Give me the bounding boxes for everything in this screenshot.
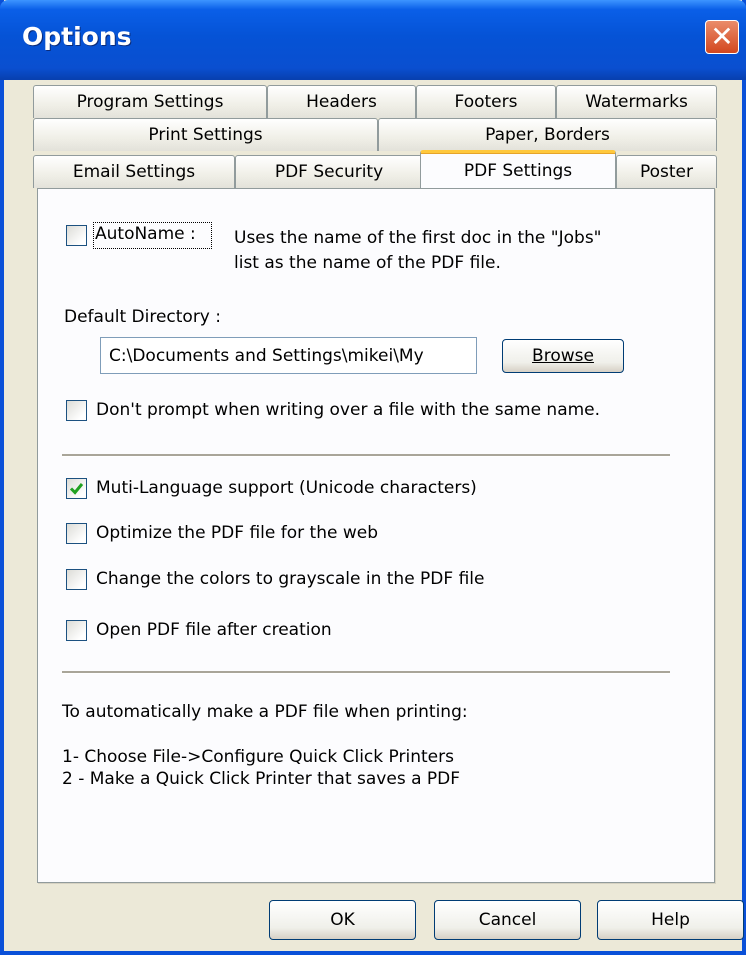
tab-footers[interactable]: Footers (416, 85, 556, 118)
default-directory-input[interactable] (100, 337, 477, 374)
tab-label: Headers (306, 92, 377, 112)
autoname-checkbox[interactable] (66, 225, 87, 246)
tab-pdf-settings[interactable]: PDF Settings (420, 150, 616, 188)
tab-program-settings[interactable]: Program Settings (33, 85, 267, 118)
info-heading: To automatically make a PDF file when pr… (62, 702, 468, 722)
browse-button[interactable]: Browse (502, 339, 624, 373)
title-bar[interactable]: Options ✕ (0, 0, 746, 80)
help-label: Help (651, 910, 690, 930)
tab-label: PDF Security (274, 162, 384, 182)
help-button[interactable]: Help (597, 900, 744, 940)
cancel-label: Cancel (478, 910, 537, 930)
autoname-label[interactable]: AutoName : (95, 224, 196, 244)
tab-label: Email Settings (72, 162, 196, 182)
tab-label: Paper, Borders (485, 125, 610, 145)
options-dialog: Options ✕ Program Settings Headers Foote… (0, 0, 746, 955)
optimize-web-label[interactable]: Optimize the PDF file for the web (96, 523, 378, 543)
optimize-web-checkbox[interactable] (66, 523, 87, 544)
autoname-description-line2: list as the name of the PDF file. (234, 253, 501, 273)
tab-watermarks[interactable]: Watermarks (556, 85, 717, 118)
tab-label: Watermarks (585, 92, 688, 112)
tab-headers[interactable]: Headers (267, 85, 416, 118)
grayscale-checkbox[interactable] (66, 569, 87, 590)
ok-button[interactable]: OK (269, 900, 416, 940)
tab-email-settings[interactable]: Email Settings (33, 155, 235, 188)
close-icon: ✕ (710, 20, 734, 53)
default-directory-label: Default Directory : (64, 307, 222, 327)
pdf-settings-panel: AutoName : Uses the name of the first do… (37, 188, 715, 883)
tab-paper-borders[interactable]: Paper, Borders (378, 118, 717, 151)
tab-label: PDF Settings (463, 160, 573, 181)
ok-label: OK (330, 910, 355, 930)
dont-prompt-label[interactable]: Don't prompt when writing over a file wi… (96, 400, 600, 420)
info-step-1: 1- Choose File->Configure Quick Click Pr… (62, 747, 454, 767)
grayscale-label[interactable]: Change the colors to grayscale in the PD… (96, 569, 484, 589)
cancel-button[interactable]: Cancel (434, 900, 581, 940)
close-button[interactable]: ✕ (705, 20, 739, 54)
tab-pdf-security[interactable]: PDF Security (235, 155, 423, 188)
window-title: Options (22, 22, 132, 51)
tab-poster[interactable]: Poster (616, 155, 717, 188)
tab-label: Poster (639, 162, 694, 182)
tab-label: Footers (454, 92, 518, 112)
separator (62, 454, 670, 457)
tab-label: Program Settings (76, 92, 224, 112)
multi-language-label[interactable]: Muti-Language support (Unicode character… (96, 478, 477, 498)
dont-prompt-checkbox[interactable] (66, 400, 87, 421)
tab-label: Print Settings (148, 125, 263, 145)
separator (62, 671, 670, 674)
open-after-checkbox[interactable] (66, 620, 87, 641)
checkmark-icon (69, 483, 84, 495)
tab-print-settings[interactable]: Print Settings (33, 118, 378, 151)
autoname-description-line1: Uses the name of the first doc in the "J… (234, 228, 602, 248)
browse-label: Browse (532, 346, 594, 366)
open-after-label[interactable]: Open PDF file after creation (96, 620, 332, 640)
info-step-2: 2 - Make a Quick Click Printer that save… (62, 769, 461, 789)
multi-language-checkbox[interactable] (66, 478, 87, 499)
